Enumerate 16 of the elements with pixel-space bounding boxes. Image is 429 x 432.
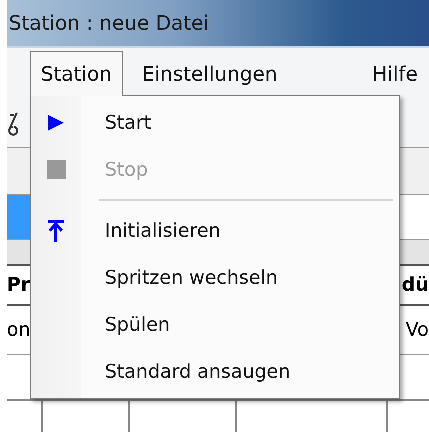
column-header[interactable]: Pr <box>7 274 30 296</box>
arrow-up-to-bar-icon <box>48 220 64 242</box>
table-cell: on <box>7 319 31 341</box>
menu-option[interactable]: Spülen <box>105 314 170 336</box>
menu-option[interactable]: Spritzen wechseln <box>105 266 278 288</box>
play-icon <box>47 114 65 132</box>
column-header[interactable]: dü <box>402 274 429 296</box>
window-title: Station : neue Datei <box>8 11 210 35</box>
table-cell: Vo <box>406 319 429 341</box>
menu-item[interactable]: Einstellungen <box>131 52 289 96</box>
menu-option[interactable]: Standard ansaugen <box>105 360 291 382</box>
stop-icon <box>46 160 66 179</box>
menu-option[interactable]: Start <box>105 112 152 134</box>
menu-item[interactable]: Station <box>30 51 124 96</box>
menu-item[interactable]: Hilfe <box>362 52 429 96</box>
menu-option[interactable]: Initialisieren <box>105 220 221 242</box>
